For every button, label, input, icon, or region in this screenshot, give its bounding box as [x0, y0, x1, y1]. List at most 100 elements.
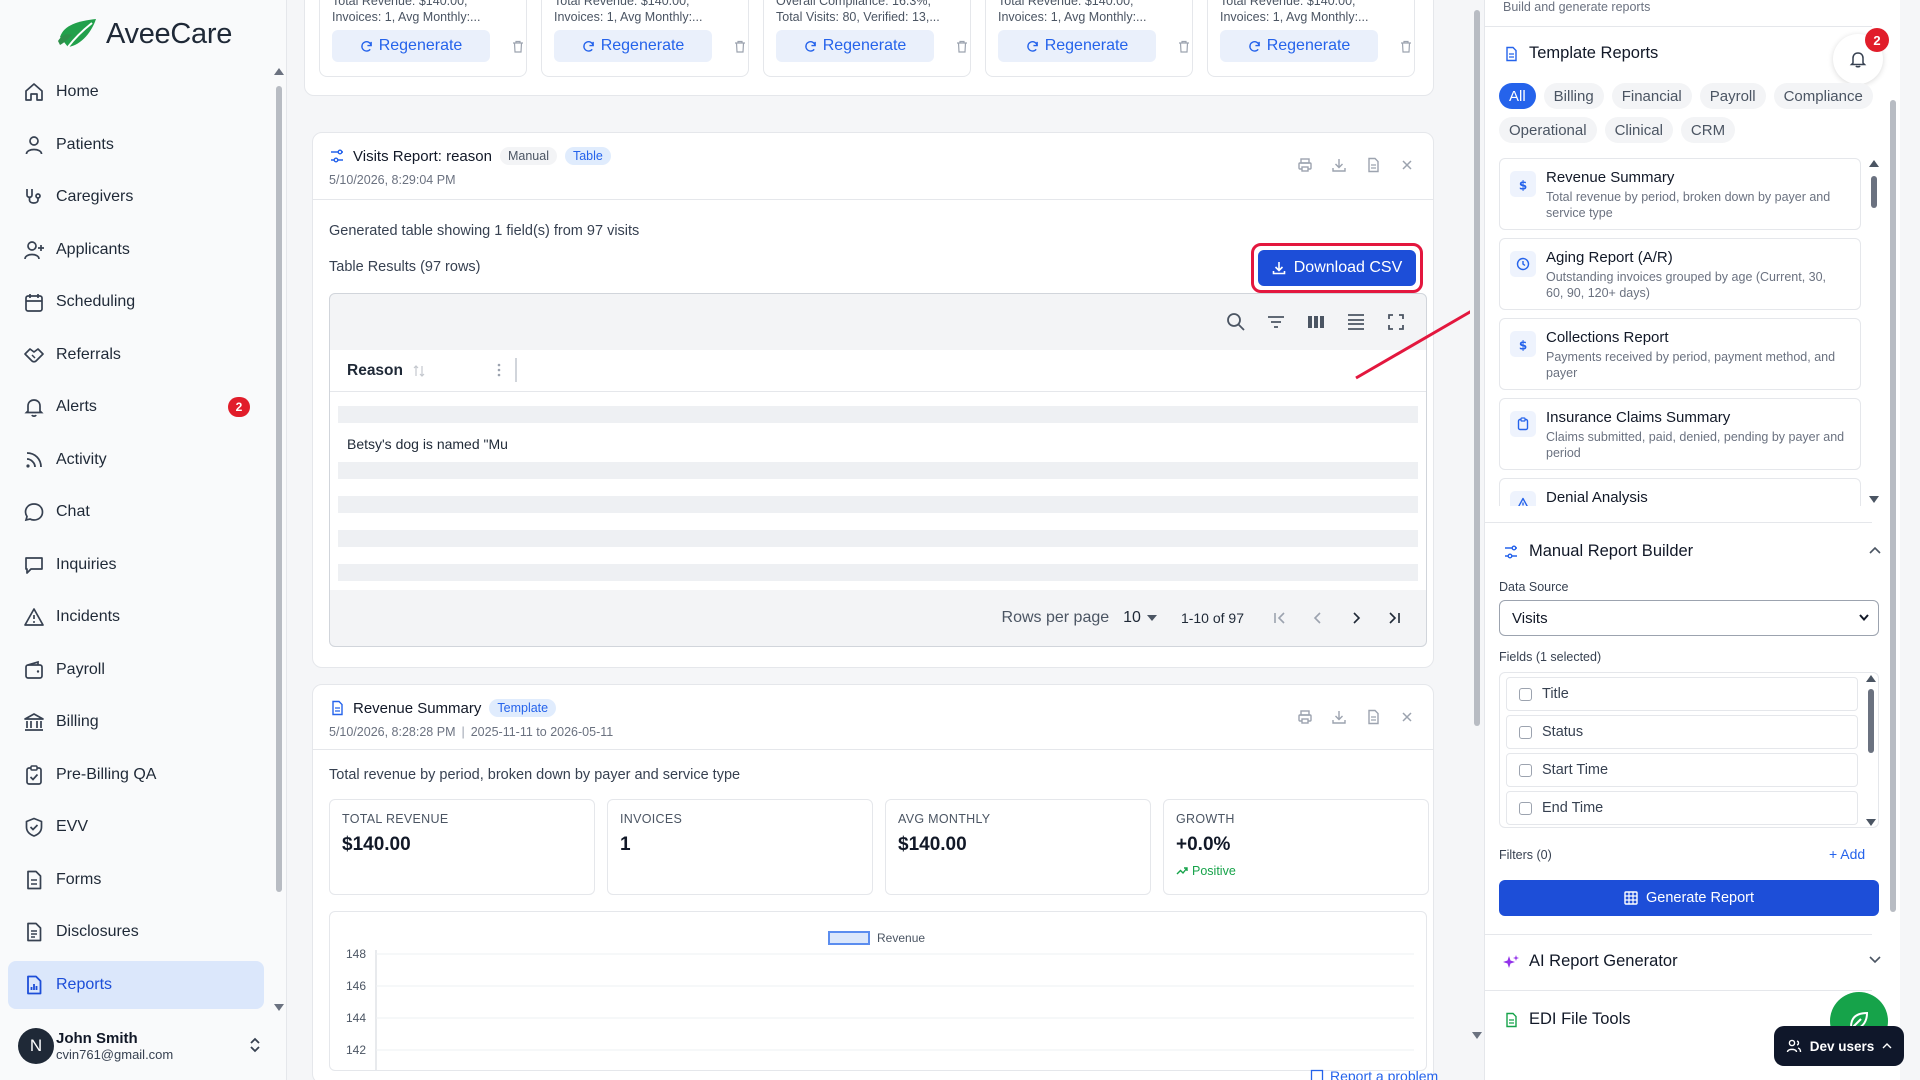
edi-tools-header[interactable]: EDI File Tools [1503, 1010, 1630, 1029]
chip-billing[interactable]: Billing [1543, 83, 1604, 109]
column-menu-icon[interactable] [496, 362, 502, 378]
regenerate-button[interactable]: Regenerate [998, 30, 1156, 62]
legend-swatch[interactable] [828, 931, 870, 945]
template-item[interactable]: $ Collections Report Payments received by … [1499, 318, 1861, 390]
sidebar-item-chat[interactable]: Chat [8, 488, 264, 536]
sidebar-item-reports[interactable]: Reports [8, 960, 264, 1009]
chip-financial[interactable]: Financial [1611, 83, 1692, 109]
app-name: AveeCare [106, 17, 233, 50]
trash-icon[interactable] [956, 40, 968, 53]
notifications-button[interactable]: 2 [1833, 28, 1889, 84]
close-icon[interactable] [1397, 707, 1417, 727]
regenerate-button[interactable]: Regenerate [1220, 30, 1378, 62]
panel-scrollbar[interactable] [1887, 0, 1899, 1080]
search-icon[interactable] [1224, 310, 1248, 334]
file-icon[interactable] [1363, 707, 1383, 727]
filter-icon[interactable] [1264, 310, 1288, 334]
report-problem-link[interactable]: Report a problem [1310, 1068, 1438, 1080]
sidebar-item-forms[interactable]: Forms [8, 856, 264, 904]
regenerate-button[interactable]: Regenerate [332, 30, 490, 62]
field-option-status[interactable]: Status [1506, 715, 1858, 749]
chip-crm[interactable]: CRM [1680, 117, 1736, 143]
sidebar-item-referrals[interactable]: Referrals [8, 331, 264, 379]
template-item[interactable]: $ Revenue Summary Total revenue by period,… [1499, 158, 1861, 230]
trash-icon[interactable] [734, 40, 746, 53]
sidebar-item-inquiries[interactable]: Inquiries [8, 541, 264, 589]
sort-icon[interactable] [413, 364, 425, 378]
section-title: Manual Report Builder [1529, 542, 1694, 560]
data-source-select[interactable]: Visits [1499, 600, 1879, 636]
regenerate-button[interactable]: Regenerate [776, 30, 934, 62]
generate-report-button[interactable]: Generate Report [1499, 880, 1879, 916]
flag-icon [1310, 1069, 1324, 1080]
checkbox[interactable] [1519, 725, 1532, 739]
chip-operational[interactable]: Operational [1499, 117, 1597, 143]
sidebar-item-evv[interactable]: EVV [8, 803, 264, 851]
template-item[interactable]: Denial Analysis [1499, 478, 1861, 506]
field-option-start-time[interactable]: Start Time [1506, 753, 1858, 787]
user-plus-icon [22, 238, 46, 262]
sparkles-icon [1503, 954, 1519, 970]
fields-scrollbar[interactable] [1866, 673, 1876, 827]
sidebar-item-scheduling[interactable]: Scheduling [8, 278, 264, 326]
sidebar-item-label: Referrals [56, 345, 121, 363]
sidebar-item-applicants[interactable]: Applicants [8, 226, 264, 274]
download-icon[interactable] [1329, 155, 1349, 175]
sidebar-item-payroll[interactable]: Payroll [8, 646, 264, 694]
print-icon[interactable] [1295, 707, 1315, 727]
manual-report-icon [329, 148, 345, 164]
column-header-reason[interactable]: Reason [347, 362, 425, 380]
chevron-down-icon[interactable] [1869, 956, 1881, 964]
field-option-title[interactable]: Title [1506, 677, 1858, 711]
field-option-end-time[interactable]: End Time [1506, 791, 1858, 825]
next-page-icon[interactable] [1344, 606, 1368, 630]
add-filter-link[interactable]: + Add [1829, 846, 1865, 862]
sidebar-scrollbar[interactable] [274, 64, 284, 1016]
template-item[interactable]: Aging Report (A/R) Outstanding invoices g… [1499, 238, 1861, 310]
checkbox[interactable] [1519, 763, 1532, 777]
print-icon[interactable] [1295, 155, 1315, 175]
checkbox[interactable] [1519, 687, 1532, 701]
chip-compliance[interactable]: Compliance [1773, 83, 1873, 109]
previous-page-icon[interactable] [1306, 606, 1330, 630]
sidebar-item-label: Scheduling [56, 293, 136, 310]
template-list-scrollbar[interactable] [1869, 158, 1879, 506]
sidebar-item-home[interactable]: Home [8, 68, 264, 116]
regenerate-button[interactable]: Regenerate [554, 30, 712, 62]
sidebar-item-pre-billing-qa[interactable]: Pre-Billing QA [8, 751, 264, 799]
trash-icon[interactable] [1178, 40, 1190, 53]
chip-clinical[interactable]: Clinical [1604, 117, 1673, 143]
sidebar-item-alerts[interactable]: Alerts 2 [8, 383, 264, 431]
dev-users-button[interactable]: Dev users [1774, 1026, 1904, 1066]
chip-all[interactable]: All [1499, 83, 1536, 109]
checkbox[interactable] [1519, 801, 1532, 815]
trash-icon[interactable] [1400, 40, 1412, 53]
columns-icon[interactable] [1304, 310, 1328, 334]
user-menu[interactable]: N John Smith cvin761@gmail.com [18, 1024, 274, 1068]
sidebar-item-incidents[interactable]: Incidents [8, 593, 264, 641]
bell-icon [1848, 49, 1868, 69]
sidebar-item-patients[interactable]: Patients [8, 121, 264, 169]
sidebar-item-caregivers[interactable]: Caregivers [8, 173, 264, 221]
field-label: End Time [1542, 800, 1604, 816]
rows-per-page-select[interactable]: 10 [1123, 609, 1157, 627]
app-logo[interactable]: AveeCare [56, 14, 232, 54]
chevron-up-icon[interactable] [1869, 546, 1881, 554]
sidebar-item-activity[interactable]: Activity [8, 436, 264, 484]
ai-generator-header[interactable]: AI Report Generator [1503, 952, 1881, 971]
last-page-icon[interactable] [1382, 606, 1406, 630]
template-item[interactable]: Insurance Claims Summary Claims submitted… [1499, 398, 1861, 470]
sidebar-item-disclosures[interactable]: Disclosures [8, 908, 264, 956]
manual-builder-header[interactable]: Manual Report Builder [1503, 542, 1881, 561]
first-page-icon[interactable] [1268, 606, 1292, 630]
chip-payroll[interactable]: Payroll [1699, 83, 1766, 109]
sidebar-item-billing[interactable]: Billing [8, 698, 264, 746]
close-icon[interactable] [1397, 155, 1417, 175]
trash-icon[interactable] [512, 40, 524, 53]
download-icon[interactable] [1329, 707, 1349, 727]
file-icon[interactable] [1363, 155, 1383, 175]
main-scrollbar[interactable] [1470, 0, 1484, 1080]
saved-report-card: Total Revenue: $140.00, Invoices: 1, Avg … [1207, 0, 1415, 77]
regenerate-label: Regenerate [378, 37, 463, 54]
column-resize-handle[interactable] [515, 358, 517, 382]
